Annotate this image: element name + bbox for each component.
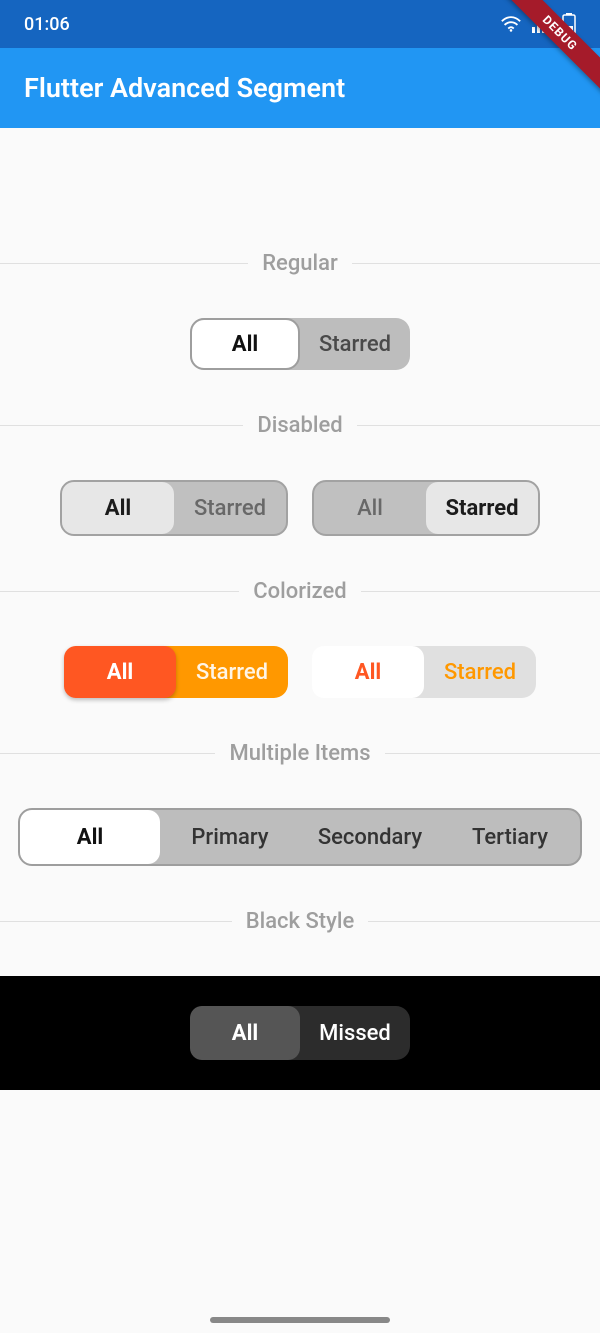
segment-black-all[interactable]: All xyxy=(190,1006,300,1060)
page-title: Flutter Advanced Segment xyxy=(24,72,345,104)
segment-colorized-orange-starred[interactable]: Starred xyxy=(176,646,288,698)
segment-disabled-left: All Starred xyxy=(60,480,288,536)
signal-icon xyxy=(532,15,552,33)
segment-disabled-right: All Starred xyxy=(312,480,540,536)
segment-multiple-all[interactable]: All xyxy=(20,810,160,864)
segment-disabled-left-all: All xyxy=(62,482,174,534)
wifi-icon xyxy=(500,15,522,33)
segment-multiple[interactable]: All Primary Secondary Tertiary xyxy=(18,808,582,866)
section-regular: Regular xyxy=(0,248,600,278)
segment-regular-all[interactable]: All xyxy=(190,318,300,370)
section-label-multiple: Multiple Items xyxy=(215,741,384,766)
section-black: Black Style xyxy=(0,906,600,936)
section-disabled: Disabled xyxy=(0,410,600,440)
segment-multiple-tertiary[interactable]: Tertiary xyxy=(440,810,580,864)
segment-disabled-right-all: All xyxy=(314,482,426,534)
segment-colorized-orange-all[interactable]: All xyxy=(64,646,176,698)
row-disabled: All Starred All Starred xyxy=(0,440,600,536)
segment-regular[interactable]: All Starred xyxy=(190,318,410,370)
segment-regular-starred[interactable]: Starred xyxy=(300,318,410,370)
segment-multiple-secondary[interactable]: Secondary xyxy=(300,810,440,864)
segment-black[interactable]: All Missed xyxy=(190,1006,410,1060)
row-colorized: All Starred All Starred xyxy=(0,606,600,698)
section-label-regular: Regular xyxy=(248,251,352,276)
segment-black-missed[interactable]: Missed xyxy=(300,1006,410,1060)
section-label-black: Black Style xyxy=(232,909,369,934)
segment-colorized-light-starred[interactable]: Starred xyxy=(424,646,536,698)
section-multiple: Multiple Items xyxy=(0,738,600,768)
segment-colorized-orange[interactable]: All Starred xyxy=(64,646,288,698)
segment-colorized-light-all[interactable]: All xyxy=(312,646,424,698)
section-label-disabled: Disabled xyxy=(243,413,356,438)
section-label-colorized: Colorized xyxy=(239,579,360,604)
status-bar: 01:06 xyxy=(0,0,600,48)
home-indicator[interactable] xyxy=(210,1317,390,1323)
content: Regular All Starred Disabled All Starred… xyxy=(0,248,600,1090)
clock: 01:06 xyxy=(24,14,70,35)
row-multiple: All Primary Secondary Tertiary xyxy=(0,768,600,866)
segment-disabled-left-starred: Starred xyxy=(174,482,286,534)
segment-disabled-right-starred: Starred xyxy=(426,482,538,534)
segment-colorized-light[interactable]: All Starred xyxy=(312,646,536,698)
status-icons xyxy=(500,13,576,35)
battery-icon xyxy=(562,13,576,35)
black-block: All Missed xyxy=(0,976,600,1090)
section-colorized: Colorized xyxy=(0,576,600,606)
row-regular: All Starred xyxy=(0,278,600,370)
app-bar: Flutter Advanced Segment xyxy=(0,48,600,128)
segment-multiple-primary[interactable]: Primary xyxy=(160,810,300,864)
